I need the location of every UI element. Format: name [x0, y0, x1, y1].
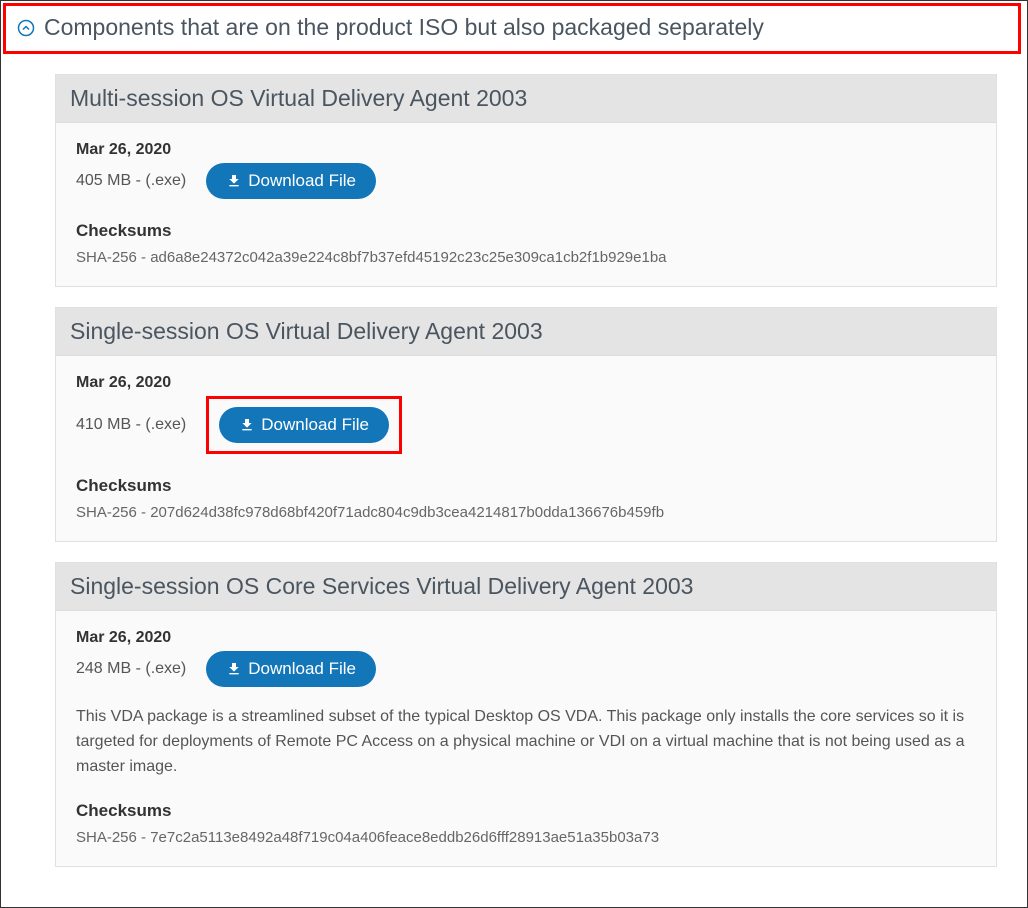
download-button[interactable]: Download File: [206, 163, 376, 199]
button-wrap: Download File: [206, 396, 402, 454]
card-title: Multi-session OS Virtual Delivery Agent …: [56, 75, 996, 123]
section-header[interactable]: Components that are on the product ISO b…: [3, 3, 1021, 54]
card-title: Single-session OS Virtual Delivery Agent…: [56, 308, 996, 356]
card-title: Single-session OS Core Services Virtual …: [56, 563, 996, 611]
download-button[interactable]: Download File: [219, 407, 389, 443]
section-title: Components that are on the product ISO b…: [44, 14, 764, 41]
checksums-heading: Checksums: [76, 801, 976, 821]
card-date: Mar 26, 2020: [76, 141, 976, 159]
download-button-label: Download File: [248, 171, 356, 191]
card-body: Mar 26, 2020 410 MB - (.exe) Download Fi…: [56, 356, 996, 541]
download-card: Single-session OS Core Services Virtual …: [55, 562, 997, 867]
download-icon: [226, 173, 242, 189]
card-body: Mar 26, 2020 405 MB - (.exe) Download Fi…: [56, 123, 996, 286]
download-icon: [226, 661, 242, 677]
checksums-heading: Checksums: [76, 221, 976, 241]
card-body: Mar 26, 2020 248 MB - (.exe) Download Fi…: [56, 611, 996, 866]
checksum-value: SHA-256 - 7e7c2a5113e8492a48f719c04a406f…: [76, 829, 976, 846]
card-date: Mar 26, 2020: [76, 374, 976, 392]
download-button-label: Download File: [261, 415, 369, 435]
download-icon: [239, 417, 255, 433]
chevron-up-icon: [16, 18, 36, 38]
card-description: This VDA package is a streamlined subset…: [76, 705, 976, 779]
button-wrap: Download File: [206, 163, 376, 199]
card-size: 410 MB - (.exe): [76, 416, 186, 434]
card-date: Mar 26, 2020: [76, 629, 976, 647]
checksum-value: SHA-256 - ad6a8e24372c042a39e224c8bf7b37…: [76, 249, 976, 266]
checksum-value: SHA-256 - 207d624d38fc978d68bf420f71adc8…: [76, 504, 976, 521]
download-card: Multi-session OS Virtual Delivery Agent …: [55, 74, 997, 287]
download-card: Single-session OS Virtual Delivery Agent…: [55, 307, 997, 542]
button-wrap: Download File: [206, 651, 376, 687]
download-button-label: Download File: [248, 659, 356, 679]
checksums-heading: Checksums: [76, 476, 976, 496]
card-size: 248 MB - (.exe): [76, 660, 186, 678]
download-button[interactable]: Download File: [206, 651, 376, 687]
card-size: 405 MB - (.exe): [76, 172, 186, 190]
